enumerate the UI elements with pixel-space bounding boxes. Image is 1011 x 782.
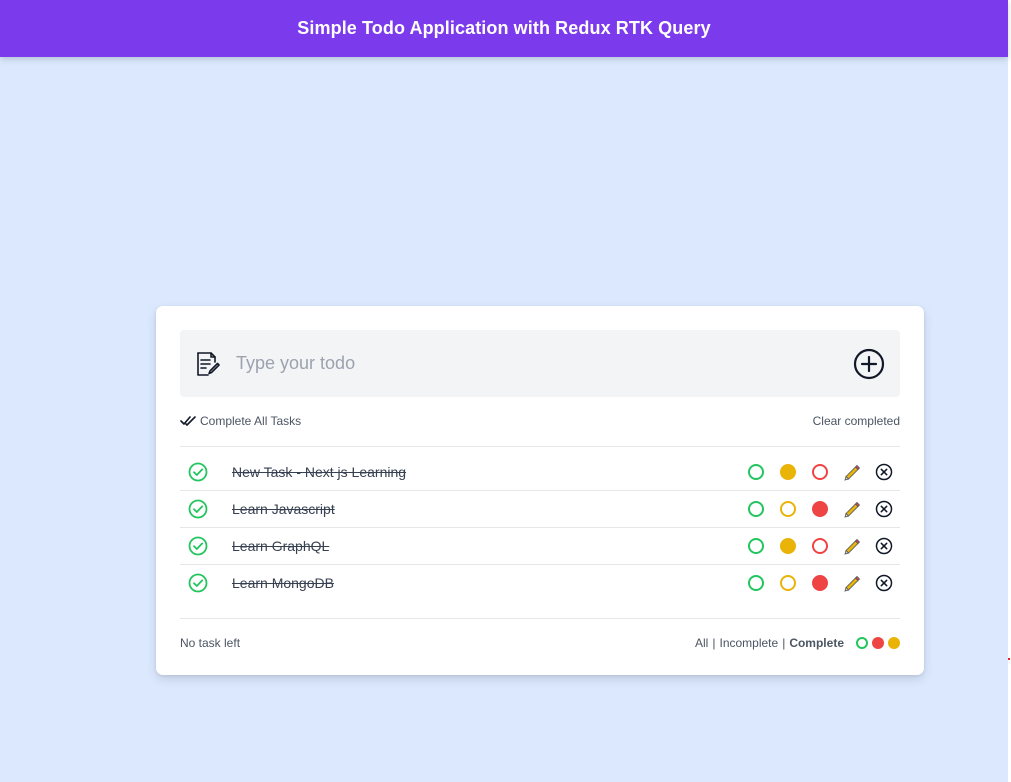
filter-yellow-button[interactable] xyxy=(888,637,900,649)
todo-item: Learn MongoDB xyxy=(180,565,900,602)
color-green-button[interactable] xyxy=(748,538,764,554)
filter-incomplete[interactable]: Incomplete xyxy=(719,636,778,650)
delete-icon[interactable] xyxy=(875,463,893,481)
filter-red-button[interactable] xyxy=(872,637,884,649)
footer: No task left All | Incomplete | Complete xyxy=(180,636,900,652)
clear-completed-button[interactable]: Clear completed xyxy=(813,414,900,428)
pencil-icon[interactable] xyxy=(842,499,862,519)
todo-text: Learn GraphQL xyxy=(232,538,330,554)
todo-form xyxy=(180,330,900,397)
filter-green-button[interactable] xyxy=(856,637,868,649)
todo-item: Learn GraphQL xyxy=(180,528,900,565)
app-background: Simple Todo Application with Redux RTK Q… xyxy=(0,0,1008,782)
page-title: Simple Todo Application with Redux RTK Q… xyxy=(297,18,711,38)
color-red-button[interactable] xyxy=(812,501,828,517)
plus-circle-icon xyxy=(853,348,885,380)
note-edit-icon xyxy=(197,352,220,376)
edge-mark xyxy=(1008,658,1010,660)
delete-icon[interactable] xyxy=(875,537,893,555)
pencil-icon[interactable] xyxy=(842,573,862,593)
toolbar: Complete All Tasks Clear completed xyxy=(180,414,900,434)
navbar: Simple Todo Application with Redux RTK Q… xyxy=(0,0,1008,57)
divider xyxy=(180,618,900,619)
todo-item: Learn Javascript xyxy=(180,491,900,528)
pencil-icon[interactable] xyxy=(842,462,862,482)
todo-text: New Task - Next js Learning xyxy=(232,464,407,480)
tasks-left-counter: No task left xyxy=(180,636,241,650)
color-green-button[interactable] xyxy=(748,464,764,480)
color-red-button[interactable] xyxy=(812,575,828,591)
divider xyxy=(180,446,900,447)
filter-separator: | xyxy=(712,636,716,650)
filter-complete[interactable]: Complete xyxy=(789,636,844,650)
todo-item: New Task - Next js Learning xyxy=(180,454,900,491)
todo-list: New Task - Next js Learning Learn Javasc… xyxy=(180,454,900,602)
color-red-button[interactable] xyxy=(812,464,828,480)
todo-input[interactable] xyxy=(236,348,836,378)
color-yellow-button[interactable] xyxy=(780,538,796,554)
color-green-button[interactable] xyxy=(748,575,764,591)
filter-bar: All | Incomplete | Complete xyxy=(695,636,900,650)
color-green-button[interactable] xyxy=(748,501,764,517)
complete-all-button[interactable]: Complete All Tasks xyxy=(180,414,301,428)
color-red-button[interactable] xyxy=(812,538,828,554)
color-yellow-button[interactable] xyxy=(780,464,796,480)
color-yellow-button[interactable] xyxy=(780,575,796,591)
color-yellow-button[interactable] xyxy=(780,501,796,517)
double-check-icon xyxy=(180,416,196,426)
pencil-icon[interactable] xyxy=(842,536,862,556)
todo-card: Complete All Tasks Clear completed New T… xyxy=(156,306,924,675)
check-circle-icon[interactable] xyxy=(188,499,208,519)
add-todo-button[interactable] xyxy=(852,347,886,381)
todo-text: Learn MongoDB xyxy=(232,575,334,591)
filter-all[interactable]: All xyxy=(695,636,708,650)
check-circle-icon[interactable] xyxy=(188,536,208,556)
complete-all-label: Complete All Tasks xyxy=(200,414,302,428)
delete-icon[interactable] xyxy=(875,500,893,518)
check-circle-icon[interactable] xyxy=(188,462,208,482)
todo-text: Learn Javascript xyxy=(232,501,335,517)
check-circle-icon[interactable] xyxy=(188,573,208,593)
delete-icon[interactable] xyxy=(875,574,893,592)
filter-separator: | xyxy=(782,636,786,650)
